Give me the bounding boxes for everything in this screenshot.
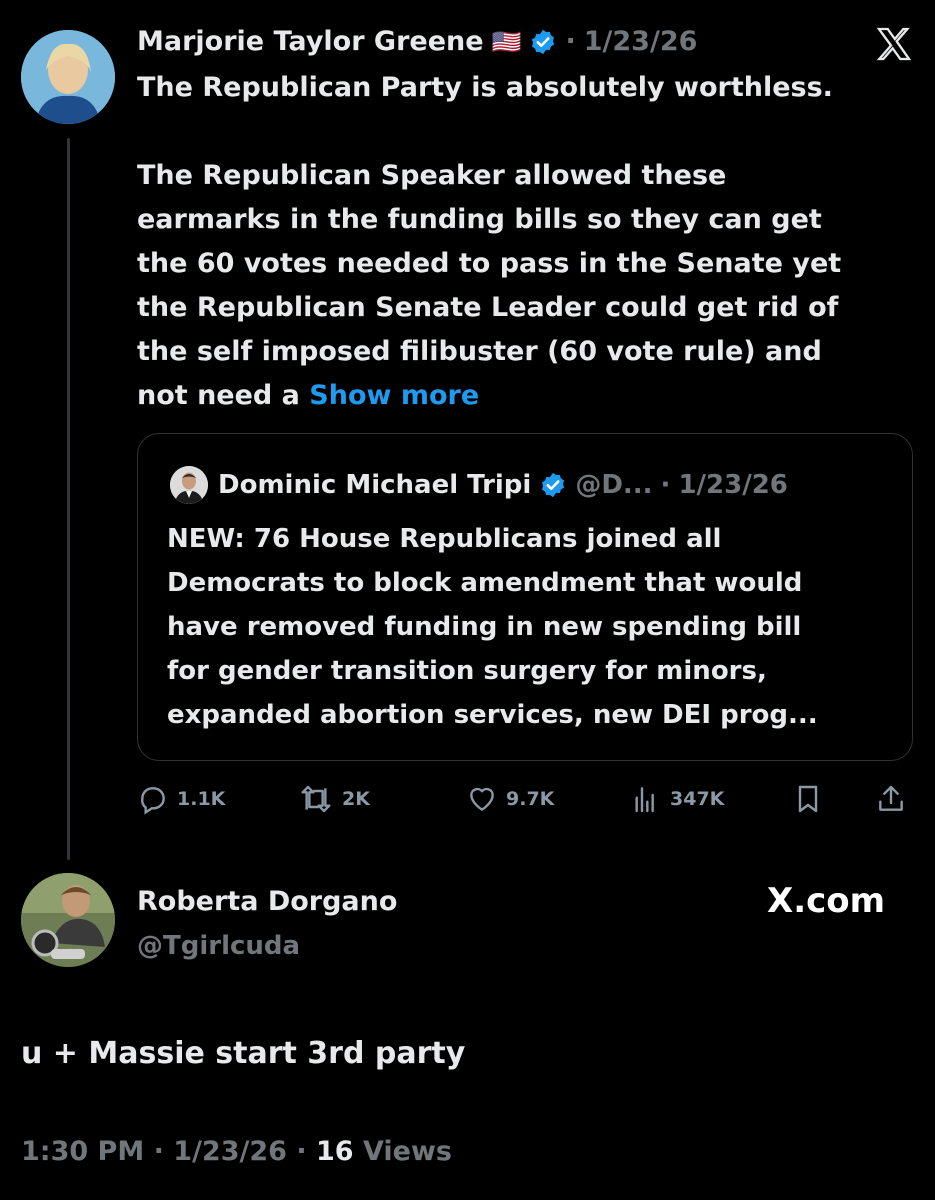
quote-text: NEW: 76 House Republicans joined all Dem… bbox=[167, 524, 818, 730]
tweet-date[interactable]: 1/23/26 bbox=[584, 24, 698, 60]
author-avatar[interactable] bbox=[21, 30, 115, 124]
reply-author-name[interactable]: Roberta Dorgano bbox=[137, 884, 397, 920]
reply-views-label: Views bbox=[362, 1136, 452, 1167]
flag-emoji: 🇺🇸 bbox=[491, 28, 522, 56]
verified-badge-icon bbox=[539, 471, 567, 499]
like-count: 9.7K bbox=[506, 788, 555, 810]
author-name[interactable]: Marjorie Taylor Greene bbox=[137, 24, 484, 60]
reply-icon bbox=[137, 783, 169, 815]
reply-text: u + Massie start 3rd party bbox=[21, 1036, 466, 1071]
date-separator: · bbox=[565, 26, 576, 57]
reply-button[interactable]: 1.1K bbox=[137, 781, 225, 817]
bookmark-button[interactable] bbox=[792, 781, 824, 817]
quote-handle[interactable]: @D... bbox=[575, 467, 652, 503]
share-icon bbox=[875, 783, 907, 815]
quote-author-name[interactable]: Dominic Michael Tripi bbox=[218, 467, 531, 503]
reply-author-handle[interactable]: @Tgirlcuda bbox=[137, 928, 300, 964]
like-icon bbox=[466, 783, 498, 815]
reply-author-avatar[interactable] bbox=[21, 873, 115, 967]
meta-separator: · bbox=[286, 1136, 316, 1167]
reply-meta: 1:30 PM · 1/23/26 · 16 Views bbox=[21, 1136, 452, 1167]
tweet-text: The Republican Party is absolutely worth… bbox=[137, 72, 842, 411]
views-button[interactable]: 347K bbox=[630, 781, 724, 817]
reply-views-count: 16 bbox=[316, 1136, 354, 1167]
thread-line bbox=[67, 138, 70, 860]
reply-count: 1.1K bbox=[177, 788, 226, 810]
like-button[interactable]: 9.7K bbox=[466, 781, 554, 817]
share-button[interactable] bbox=[875, 781, 907, 817]
x-logo-icon[interactable] bbox=[874, 24, 914, 64]
quote-author-avatar[interactable] bbox=[170, 466, 208, 504]
x-com-watermark: X.com bbox=[767, 881, 885, 921]
watermark-text: X.com bbox=[767, 881, 886, 921]
show-more-link[interactable]: Show more bbox=[309, 380, 479, 411]
quote-date[interactable]: 1/23/26 bbox=[678, 467, 787, 503]
reply-time[interactable]: 1:30 PM bbox=[21, 1136, 144, 1167]
views-count: 347K bbox=[670, 788, 725, 810]
meta-separator: · bbox=[144, 1136, 174, 1167]
repost-button[interactable]: 2K bbox=[298, 781, 370, 817]
repost-count: 2K bbox=[342, 788, 370, 810]
views-icon bbox=[630, 783, 662, 815]
repost-icon bbox=[298, 783, 334, 815]
quote-date-separator: · bbox=[660, 470, 671, 500]
bookmark-icon bbox=[792, 783, 824, 815]
reply-date[interactable]: 1/23/26 bbox=[173, 1136, 287, 1167]
verified-badge-icon bbox=[529, 28, 557, 56]
